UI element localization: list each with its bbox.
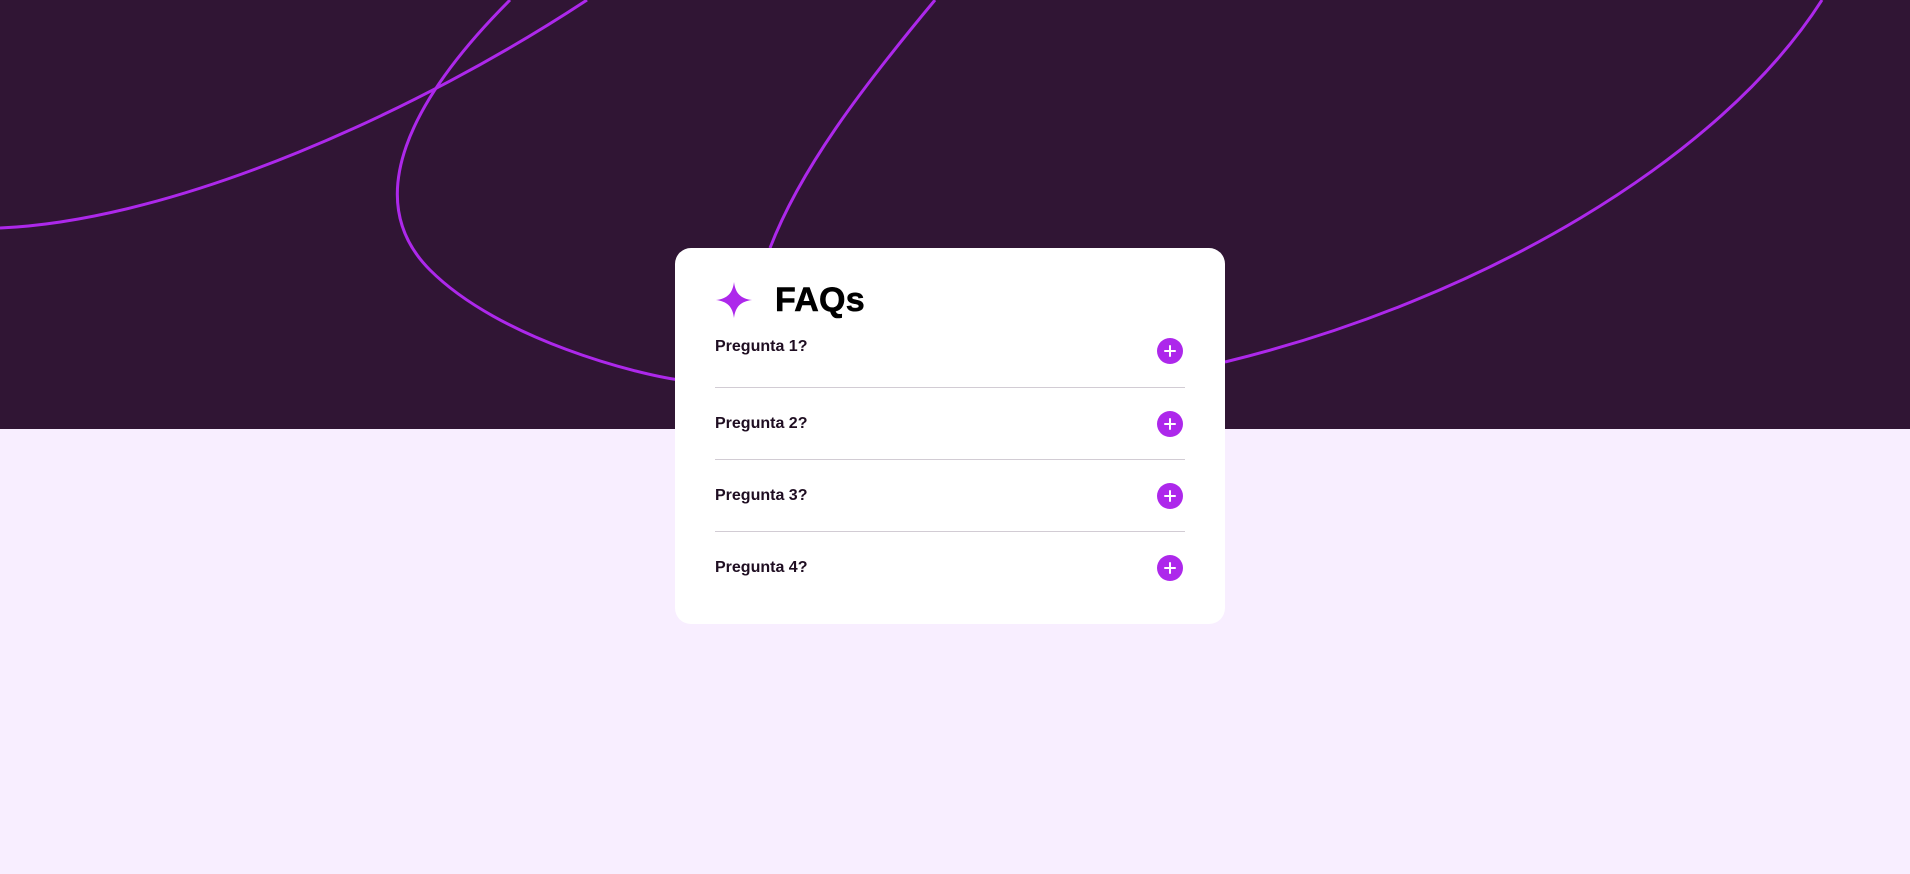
faq-question: Pregunta 1? bbox=[715, 338, 808, 355]
faq-item-1[interactable]: Pregunta 1? bbox=[715, 328, 1185, 388]
faq-question: Pregunta 4? bbox=[715, 559, 808, 576]
plus-icon[interactable] bbox=[1157, 555, 1183, 581]
faq-question: Pregunta 2? bbox=[715, 414, 808, 432]
faq-item-2[interactable]: Pregunta 2? bbox=[715, 388, 1185, 460]
faq-question: Pregunta 3? bbox=[715, 486, 808, 504]
faq-card: FAQs Pregunta 1? Pregunta 2? Pregunta 3?… bbox=[675, 248, 1225, 624]
faq-list: Pregunta 1? Pregunta 2? Pregunta 3? Preg… bbox=[715, 328, 1185, 604]
faq-page: FAQs Pregunta 1? Pregunta 2? Pregunta 3?… bbox=[0, 0, 1910, 874]
star-icon bbox=[715, 281, 753, 319]
plus-icon[interactable] bbox=[1157, 338, 1183, 364]
plus-icon[interactable] bbox=[1157, 410, 1183, 437]
faq-item-3[interactable]: Pregunta 3? bbox=[715, 460, 1185, 532]
faq-title: FAQs bbox=[775, 280, 866, 319]
faq-item-4[interactable]: Pregunta 4? bbox=[715, 532, 1185, 604]
faq-header: FAQs bbox=[715, 278, 1185, 322]
plus-icon[interactable] bbox=[1157, 482, 1183, 509]
